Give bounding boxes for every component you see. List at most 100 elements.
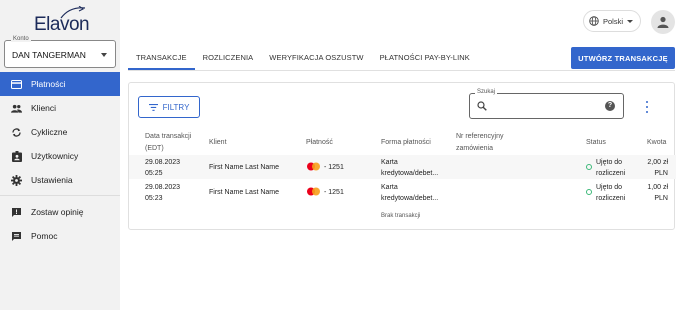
date-text: 29.08.2023 xyxy=(145,184,181,191)
sidebar-item-help[interactable]: Pomoc xyxy=(0,224,120,248)
search-field[interactable]: Szukaj ? xyxy=(469,89,624,119)
tabs-divider xyxy=(128,70,675,71)
column-header-status[interactable]: Status xyxy=(586,137,606,149)
sidebar-item-feedback[interactable]: Zostaw opinię xyxy=(0,200,120,224)
sidebar-item-label: Użytkownicy xyxy=(31,151,79,161)
more-options-icon[interactable] xyxy=(644,101,650,113)
header-text: Nr referencyjny xyxy=(456,133,504,140)
status-text: rozliczeni xyxy=(596,170,626,177)
sync-icon xyxy=(11,127,22,138)
feedback-icon xyxy=(11,207,22,218)
amount-text: 1,00 zł xyxy=(647,184,668,191)
search-icon xyxy=(477,101,487,111)
create-transaction-button[interactable]: UTWÓRZ TRANSAKCJĘ xyxy=(571,47,675,69)
table-row[interactable]: 29.08.2023 05:25 First Name Last Name - … xyxy=(129,155,676,179)
cell-card-suffix: - 1251 xyxy=(324,164,344,171)
status-text: rozliczeni xyxy=(596,195,626,202)
cell-client: First Name Last Name xyxy=(209,164,280,171)
transactions-card: FILTRY Szukaj ? Data transakcji (EDT) Kl… xyxy=(128,82,676,230)
help-chat-icon xyxy=(11,231,22,242)
cell-status: Ujęto do rozliczeni xyxy=(596,182,625,204)
sidebar-item-label: Zostaw opinię xyxy=(31,207,84,217)
table-row[interactable]: 29.08.2023 05:23 First Name Last Name - … xyxy=(129,180,676,204)
sidebar-item-users[interactable]: Użytkownicy xyxy=(0,144,120,168)
tab-fraud-verification[interactable]: WERYFIKACJA OSZUSTW xyxy=(261,44,371,70)
sidebar-item-recurring[interactable]: Cykliczne xyxy=(0,120,120,144)
credit-card-icon xyxy=(11,79,22,90)
tab-pay-by-link[interactable]: PŁATNOŚCI PAY-BY-LINK xyxy=(372,44,478,70)
form-text: Karta xyxy=(381,184,398,191)
time-text: 05:23 xyxy=(145,195,163,202)
cell-amount: 2,00 zł PLN xyxy=(647,157,668,179)
chevron-down-icon xyxy=(627,20,633,23)
cell-payment-form: Karta kredytowa/debet... xyxy=(381,182,438,204)
sidebar-secondary-nav: Zostaw opinię Pomoc xyxy=(0,200,120,248)
status-text: Ujęto do xyxy=(596,159,623,166)
status-dot-icon xyxy=(586,164,592,170)
logo-swoosh-icon xyxy=(60,6,86,19)
search-label: Szukaj xyxy=(475,89,498,95)
column-header-payment-form[interactable]: Forma płatności xyxy=(381,137,431,149)
account-value: DAN TANGERMAN xyxy=(12,50,86,60)
sidebar-nav: Płatności Klienci Cykliczne Użytkownicy … xyxy=(0,72,120,192)
language-label: Polski xyxy=(603,16,624,26)
status-text: Ujęto do xyxy=(596,184,623,191)
cell-date: 29.08.2023 05:25 xyxy=(145,157,180,179)
filter-icon xyxy=(148,103,158,111)
amount-text: PLN xyxy=(654,170,668,177)
form-text: kredytowa/debet... xyxy=(381,170,439,177)
mastercard-icon xyxy=(307,162,320,171)
cell-date: 29.08.2023 05:23 xyxy=(145,182,180,204)
column-header-payment[interactable]: Płatność xyxy=(306,137,333,149)
badge-icon xyxy=(11,150,22,162)
elavon-logo[interactable]: Elavon xyxy=(34,6,94,36)
sidebar-item-label: Pomoc xyxy=(31,231,58,241)
mastercard-icon xyxy=(307,187,320,196)
sidebar-item-label: Cykliczne xyxy=(31,127,68,137)
amount-text: 2,00 zł xyxy=(647,159,668,166)
empty-transactions-note: Brak transakcji xyxy=(381,213,421,219)
sidebar-divider xyxy=(0,195,120,196)
language-select[interactable]: Polski xyxy=(583,10,641,32)
globe-icon xyxy=(589,16,599,26)
sidebar-item-label: Ustawienia xyxy=(31,175,73,185)
search-input[interactable] xyxy=(492,99,597,114)
cell-amount: 1,00 zł PLN xyxy=(647,182,668,204)
header-text: (EDT) xyxy=(145,145,164,152)
help-icon[interactable]: ? xyxy=(605,101,615,111)
sidebar-item-clients[interactable]: Klienci xyxy=(0,96,120,120)
tab-bar: TRANSAKCJE ROZLICZENIA WERYFIKACJA OSZUS… xyxy=(128,44,478,70)
column-header-amount[interactable]: Kwota xyxy=(647,137,666,149)
column-header-client[interactable]: Klient xyxy=(209,137,227,149)
filters-button[interactable]: FILTRY xyxy=(138,96,200,118)
sidebar-item-label: Płatności xyxy=(31,79,66,89)
sidebar: Elavon Konto DAN TANGERMAN Płatności Kli… xyxy=(0,0,120,310)
form-text: kredytowa/debet... xyxy=(381,195,439,202)
avatar[interactable] xyxy=(651,10,675,34)
status-dot-icon xyxy=(586,189,592,195)
people-icon xyxy=(11,103,22,114)
user-icon xyxy=(657,16,669,28)
cell-client: First Name Last Name xyxy=(209,189,280,196)
sidebar-item-payments[interactable]: Płatności xyxy=(0,72,120,96)
sidebar-item-label: Klienci xyxy=(31,103,57,113)
tab-transactions[interactable]: TRANSAKCJE xyxy=(128,44,195,70)
time-text: 05:25 xyxy=(145,170,163,177)
form-text: Karta xyxy=(381,159,398,166)
sidebar-item-settings[interactable]: Ustawienia xyxy=(0,168,120,192)
cell-status: Ujęto do rozliczeni xyxy=(596,157,625,179)
filters-label: FILTRY xyxy=(162,102,190,112)
amount-text: PLN xyxy=(654,195,668,202)
header-text: Data transakcji xyxy=(145,133,192,140)
header-text: zamówienia xyxy=(456,145,493,152)
account-select[interactable]: Konto DAN TANGERMAN xyxy=(4,36,116,68)
date-text: 29.08.2023 xyxy=(145,159,181,166)
tab-settlements[interactable]: ROZLICZENIA xyxy=(195,44,262,70)
cell-payment-form: Karta kredytowa/debet... xyxy=(381,157,438,179)
column-header-order-ref[interactable]: Nr referencyjny zamówienia xyxy=(456,131,503,155)
gear-icon xyxy=(11,174,22,186)
column-header-date[interactable]: Data transakcji (EDT) xyxy=(145,131,191,155)
cell-card-suffix: - 1251 xyxy=(324,189,344,196)
account-label: Konto xyxy=(11,36,31,42)
chevron-down-icon xyxy=(101,53,107,57)
